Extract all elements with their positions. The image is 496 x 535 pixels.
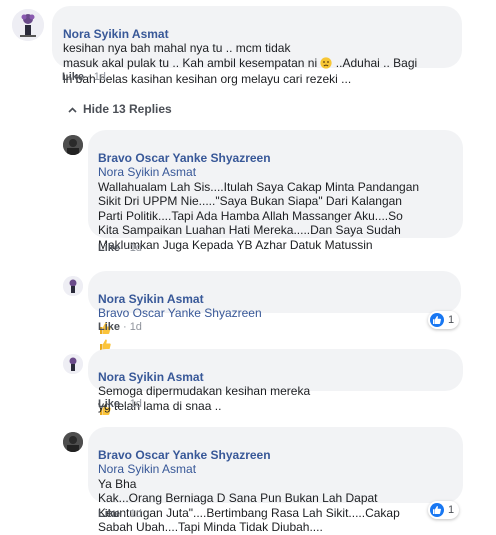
- reply-2-reaction-count: 1: [448, 314, 455, 326]
- reply-2-reactions[interactable]: 1: [428, 311, 460, 329]
- reply-2-like-link[interactable]: Like: [98, 321, 120, 333]
- hide-replies-label: Hide 13 Replies: [83, 102, 172, 116]
- reply-4-reactions[interactable]: 1: [428, 501, 460, 519]
- meta-separator: ·: [123, 508, 127, 520]
- reply-1-like-link[interactable]: Like: [98, 242, 120, 254]
- comment-bubble: Nora Syikin Asmat kesihan nya bah mahal …: [52, 6, 462, 86]
- reply-2-meta: Like · 1d: [98, 321, 142, 333]
- reply-1-meta: Like · 1d: [98, 242, 142, 254]
- meta-separator: ·: [123, 398, 127, 410]
- comment-meta: Like · 1d: [62, 71, 106, 83]
- reply-2-author[interactable]: Nora Syikin Asmat: [98, 292, 204, 306]
- comment-timestamp[interactable]: 1d: [94, 71, 106, 83]
- disappointed-face-emoji-icon: [320, 56, 333, 73]
- like-reaction-icon: [430, 313, 444, 327]
- chevron-up-icon: [68, 105, 77, 116]
- comment-like-link[interactable]: Like: [62, 71, 84, 83]
- avatar-nora[interactable]: [63, 276, 83, 296]
- reply-4-like-link[interactable]: Like: [98, 508, 120, 520]
- reply-3-like-link[interactable]: Like: [98, 398, 120, 410]
- avatar-bravo[interactable]: [63, 135, 83, 155]
- reply-4-author[interactable]: Bravo Oscar Yanke Shyazreen: [98, 448, 271, 462]
- reply-2-mention[interactable]: Bravo Oscar Yanke Shyazreen: [98, 306, 262, 320]
- comment-text-part1: kesihan nya bah mahal nya tu .. mcm tida…: [63, 41, 318, 70]
- reply-3-timestamp[interactable]: 1d: [130, 398, 142, 410]
- like-reaction-icon: [430, 503, 444, 517]
- reply-4-text: Ya Bha Kak...Orang Berniaga D Sana Pun B…: [98, 476, 400, 535]
- reply-2-timestamp[interactable]: 1d: [130, 321, 142, 333]
- reply-4-reaction-count: 1: [448, 504, 455, 516]
- reply-1-timestamp[interactable]: 1d: [130, 242, 142, 254]
- reply-4-meta: Like · 1d: [98, 508, 142, 520]
- reply-bubble-3: Nora Syikin Asmat Semoga dipermudakan ke…: [88, 349, 463, 413]
- avatar-nora[interactable]: [63, 354, 83, 374]
- meta-separator: ·: [123, 321, 127, 333]
- reply-3-author[interactable]: Nora Syikin Asmat: [98, 370, 204, 384]
- reply-bubble-4: Bravo Oscar Yanke Shyazreen Nora Syikin …: [88, 427, 463, 534]
- meta-separator: ·: [123, 242, 127, 254]
- avatar-bravo[interactable]: [63, 432, 83, 452]
- comment-author[interactable]: Nora Syikin Asmat: [63, 27, 169, 41]
- reply-bubble-1: Bravo Oscar Yanke Shyazreen Nora Syikin …: [88, 130, 463, 252]
- hide-replies-toggle[interactable]: Hide 13 Replies: [68, 102, 172, 116]
- avatar-nora-main[interactable]: [12, 9, 44, 41]
- reply-1-text: Wallahualam Lah Sis....Itulah Saya Cakap…: [98, 179, 420, 252]
- meta-separator: ·: [87, 71, 91, 83]
- reply-bubble-2: Nora Syikin Asmat Bravo Oscar Yanke Shya…: [88, 271, 461, 415]
- reply-1-mention[interactable]: Nora Syikin Asmat: [98, 165, 196, 179]
- reply-1-author[interactable]: Bravo Oscar Yanke Shyazreen: [98, 151, 271, 165]
- reply-4-mention[interactable]: Nora Syikin Asmat: [98, 462, 196, 476]
- reply-3-meta: Like · 1d: [98, 398, 142, 410]
- reply-4-timestamp[interactable]: 1d: [130, 508, 142, 520]
